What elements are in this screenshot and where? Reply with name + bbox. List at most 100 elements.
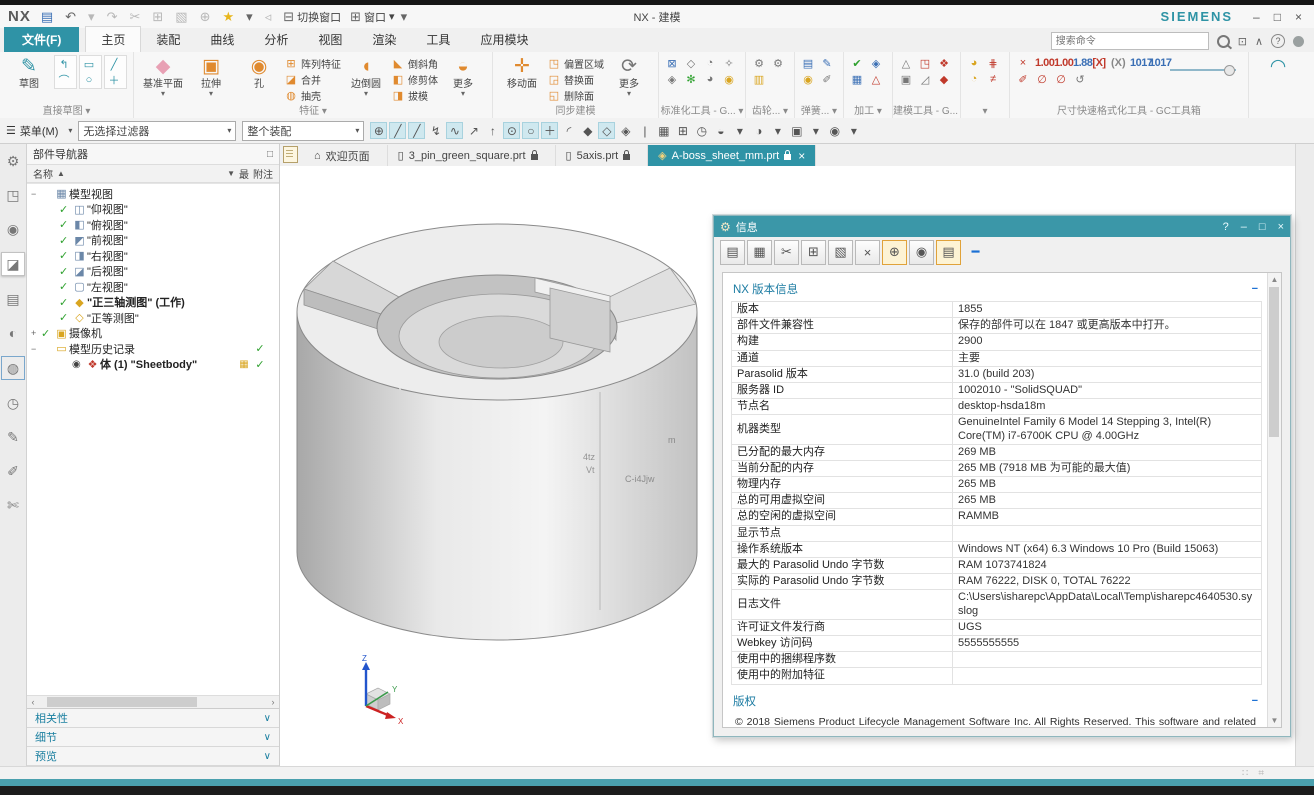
minimize-ribbon-icon[interactable]: ∧ <box>1255 35 1263 48</box>
snap-pole-icon[interactable]: ↯ <box>427 122 444 139</box>
tree-item[interactable]: ✓ ◆ "正三轴测图" (工作) <box>27 295 279 311</box>
ribbon-button[interactable]: ◈ <box>665 71 682 87</box>
ribbon-group-label[interactable]: 标准化工具 - G... ▾ <box>659 102 745 117</box>
tree-item[interactable]: ✓ ◪ "后视图" <box>27 264 279 280</box>
navigator-section-header[interactable]: 细节 ∨ <box>27 728 279 747</box>
ribbon-tab[interactable]: 渲染 <box>357 27 411 52</box>
undo-icon[interactable]: ↶ <box>65 9 82 25</box>
horizontal-scrollbar[interactable]: ‹ › <box>27 695 279 708</box>
ribbon-button[interactable]: ◳ 偏置区域 <box>547 55 604 71</box>
save-icon[interactable]: ▤ <box>41 9 59 25</box>
orientation-triad[interactable]: Z X Y <box>338 654 418 724</box>
command-finder-icon[interactable]: ◃ <box>265 9 278 25</box>
ribbon-button[interactable]: 1.88 <box>1073 55 1090 71</box>
scroll-down-icon[interactable]: ▼ <box>1268 716 1281 725</box>
history-icon[interactable]: ◷ <box>2 392 24 414</box>
check-icon[interactable]: ✓ <box>59 234 72 247</box>
check-icon[interactable]: ✓ <box>59 296 72 309</box>
ribbon-button[interactable]: ◣ 倒斜角 <box>391 55 438 71</box>
gear-icon[interactable]: ⚙ <box>2 150 24 172</box>
ribbon-button[interactable]: ⚙ <box>771 55 788 71</box>
scroll-up-icon[interactable]: ▲ <box>1268 275 1281 284</box>
tree-item[interactable]: − ▦ 模型视图 <box>27 186 279 202</box>
information-dialog[interactable]: ⚙ 信息 ? – □ × ▤ ▦ ✂ ⊞ ▧ × ⊕ ◉ ▤ ━ <box>713 215 1291 737</box>
ribbon-button[interactable]: ▭ <box>82 56 99 72</box>
ribbon-group-label[interactable]: 建模工具 - G... ▾ <box>893 102 960 117</box>
ribbon-group-label[interactable]: 尺寸快速格式化工具 - GC工具箱 <box>1010 102 1248 117</box>
touch-mode-icon[interactable]: ⊕ <box>200 9 217 25</box>
selection-scope-dropdown[interactable]: 整个装配 ▾ <box>242 121 364 141</box>
sort-arrow-icon[interactable]: ▲ <box>57 169 65 178</box>
search-icon[interactable] <box>1217 35 1230 48</box>
ribbon-button[interactable]: ✻ <box>684 71 701 87</box>
ribbon-button[interactable]: ◆ 基准平面 ▾ <box>140 55 186 98</box>
collapse-section-button[interactable]: − <box>1252 695 1258 707</box>
ribbon-button[interactable]: 1017 <box>1149 55 1166 71</box>
ribbon-button[interactable]: ◧ 修剪体 <box>391 71 438 87</box>
assembly-navigator-icon[interactable]: ◳ <box>2 184 24 206</box>
ribbon-button[interactable]: ◔ <box>967 71 984 87</box>
ribbon-button[interactable]: ✎ 草图 <box>6 55 52 90</box>
ribbon-button[interactable]: ✐ <box>820 71 837 87</box>
ribbon-button[interactable]: ◍ 抽壳 <box>284 87 341 103</box>
view-window-icon[interactable]: ▦ <box>655 122 672 139</box>
expander-icon[interactable]: − <box>31 344 41 354</box>
favorites-arrow[interactable]: ▾ <box>246 9 259 25</box>
ribbon-button[interactable]: ⚙ <box>752 55 769 71</box>
ribbon-button[interactable]: ❖ <box>937 55 954 71</box>
vertical-scrollbar[interactable]: ▲ ▼ <box>1267 273 1281 727</box>
column-name[interactable]: 名称 <box>33 166 53 181</box>
find-icon[interactable]: ◉ <box>909 240 934 265</box>
ribbon-button[interactable]: ◪ 合并 <box>284 71 341 87</box>
ribbon-button[interactable]: ◈ <box>869 55 886 71</box>
tree-item[interactable]: ◉ ❖ 体 (1) "Sheetbody" ▦ ✓ <box>27 357 279 373</box>
check-icon[interactable]: ✓ <box>59 218 72 231</box>
ribbon-button[interactable]: ◠ <box>1255 55 1301 79</box>
dialog-minimize-button[interactable]: – <box>1241 221 1247 233</box>
ribbon-button[interactable]: ▣ <box>899 71 916 87</box>
dialog-title-bar[interactable]: ⚙ 信息 ? – □ × <box>714 216 1290 237</box>
ribbon-button[interactable]: ▦ <box>850 71 867 87</box>
expander-icon[interactable]: − <box>31 189 41 199</box>
reuse-library-icon[interactable]: ▤ <box>2 288 24 310</box>
maximize-button[interactable]: □ <box>1274 10 1281 24</box>
check-icon[interactable]: ✓ <box>251 358 269 371</box>
ribbon-tab[interactable]: 分析 <box>249 27 303 52</box>
close-button[interactable]: × <box>1295 10 1302 24</box>
ribbon-button[interactable]: × <box>1016 55 1033 71</box>
collapse-section-button[interactable]: − <box>1252 283 1258 295</box>
view-fit-icon[interactable]: ⊞ <box>674 122 691 139</box>
ribbon-button[interactable]: ∅ <box>1035 71 1052 87</box>
expander-icon[interactable]: + <box>31 328 41 338</box>
check-icon[interactable]: ✓ <box>59 311 72 324</box>
copy-icon[interactable]: ⊞ <box>801 240 826 265</box>
ribbon-tab[interactable]: 曲线 <box>195 27 249 52</box>
part-navigator-icon[interactable]: ◪ <box>1 252 25 276</box>
snap-intersection-icon[interactable]: ＋ <box>541 122 558 139</box>
ribbon-tab[interactable]: 视图 <box>303 27 357 52</box>
part-tab[interactable]: ◈ A-boss_sheet_mm.prt × <box>648 145 816 166</box>
ribbon-button[interactable]: △ <box>899 55 916 71</box>
navigator-section-header[interactable]: 预览 ∨ <box>27 747 279 766</box>
ribbon-button[interactable]: ⊞ 阵列特征 <box>284 55 341 71</box>
paste-icon[interactable]: ▧ <box>175 9 193 25</box>
tree-item[interactable]: − ▭ 模型历史记录 ✓ <box>27 341 279 357</box>
view-style-arrow[interactable]: ▾ <box>769 122 786 139</box>
select-all-icon[interactable]: ⊕ <box>882 240 907 265</box>
qat-more-arrow[interactable]: ▾ <box>401 9 414 25</box>
ribbon-button[interactable]: ⊠ <box>665 55 682 71</box>
tree-item[interactable]: ✓ ◨ "右视图" <box>27 248 279 264</box>
snap-center-icon[interactable]: ⊙ <box>503 122 520 139</box>
undo-dropdown-arrow[interactable]: ▾ <box>88 9 101 25</box>
snap-plane-icon[interactable]: ◇ <box>598 122 615 139</box>
menu-button[interactable]: ☰ 菜单(M) ▾ <box>6 123 72 139</box>
check-icon[interactable]: ✓ <box>59 203 72 216</box>
scroll-left-icon[interactable]: ‹ <box>27 697 39 707</box>
ribbon-button[interactable]: ✎ <box>820 55 837 71</box>
tree-item[interactable]: ✓ ◇ "正等测图" <box>27 310 279 326</box>
view-orient-icon[interactable]: ◷ <box>693 122 710 139</box>
view-cube-arrow[interactable]: ▾ <box>807 122 824 139</box>
ribbon-button[interactable]: ∅ <box>1054 71 1071 87</box>
ribbon-button[interactable]: ▥ <box>752 71 769 87</box>
process-studio-icon[interactable]: ✎ <box>2 426 24 448</box>
